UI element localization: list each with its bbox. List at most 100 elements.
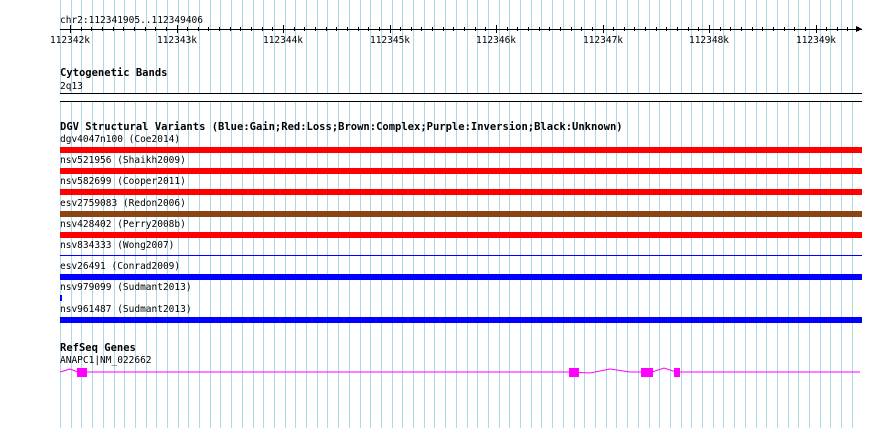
ruler-minor-tick [741,27,742,31]
ruler-right-arrow-icon [856,26,862,32]
ruler-minor-tick [432,27,433,31]
ruler-minor-tick [304,27,305,31]
dgv-variant-bar[interactable] [60,147,862,153]
ruler-minor-tick [453,27,454,31]
gene-exon [674,368,680,377]
dgv-variant-label: nsv521956 (Shaikh2009) [60,155,186,166]
ruler-minor-tick [698,27,699,31]
cytoband-bar[interactable] [60,93,862,102]
ruler-minor-tick [645,27,646,31]
dgv-track-title: DGV Structural Variants (Blue:Gain;Red:L… [60,121,623,133]
dgv-variant-label: nsv834333 (Wong2007) [60,240,175,251]
refseq-track-title: RefSeq Genes [60,342,136,354]
ruler-minor-tick [539,27,540,31]
ruler-tick-label: 112348k [688,35,730,46]
ruler-minor-tick [145,27,146,31]
ruler-minor-tick [400,27,401,31]
ruler-tick-label: 112342k [49,35,91,46]
ruler-minor-tick [560,27,561,31]
ruler-minor-tick [251,27,252,31]
ruler-minor-tick [752,27,753,31]
ruler-major-tick [816,25,817,33]
ruler-minor-tick [102,27,103,31]
ruler-major-tick [603,25,604,33]
dgv-variant-label: esv2759083 (Redon2006) [60,198,186,209]
dgv-variant-label: nsv582699 (Cooper2011) [60,176,186,187]
dgv-variant-label: esv26491 (Conrad2009) [60,261,181,272]
ruler-major-tick [390,25,391,33]
gene-exon [641,368,653,377]
ruler-major-tick [177,25,178,33]
ruler-minor-tick [592,27,593,31]
ruler-minor-tick [571,27,572,31]
ruler-minor-tick [475,27,476,31]
ruler-minor-tick [507,27,508,31]
ruler-tick-label: 112349k [795,35,837,46]
ruler-minor-tick [421,27,422,31]
ruler-minor-tick [485,27,486,31]
ruler-minor-tick [81,27,82,31]
ruler-minor-tick [826,27,827,31]
ruler-minor-tick [847,27,848,31]
dgv-variant-bar[interactable] [60,211,862,217]
ruler-minor-tick [230,27,231,31]
ruler-minor-tick [762,27,763,31]
ruler-minor-tick [358,27,359,31]
cytoband-track-title: Cytogenetic Bands [60,67,168,79]
ruler-minor-tick [656,27,657,31]
ruler-tick-label: 112343k [156,35,198,46]
ruler-minor-tick [187,27,188,31]
ruler-minor-tick [198,27,199,31]
ruler-minor-tick [113,27,114,31]
dgv-variant-bar[interactable] [60,189,862,195]
ruler-tick-label: 112344k [262,35,304,46]
ruler-minor-tick [549,27,550,31]
ruler-minor-tick [805,27,806,31]
gene-exon [77,368,87,377]
ruler-minor-tick [347,27,348,31]
gene-intron-line [59,367,860,374]
ruler-minor-tick [379,27,380,31]
ruler-tick-label: 112346k [475,35,517,46]
ruler-minor-tick [624,27,625,31]
ruler-minor-tick [517,27,518,31]
ruler-minor-tick [794,27,795,31]
ruler-minor-tick [634,27,635,31]
ruler-minor-tick [336,27,337,31]
ruler-tick-label: 112345k [369,35,411,46]
ruler-minor-tick [272,27,273,31]
ruler-minor-tick [613,27,614,31]
ruler-major-tick [70,25,71,33]
ruler-major-tick [496,25,497,33]
dgv-variant-bar[interactable] [60,317,862,323]
dgv-variant-bar[interactable] [60,295,62,301]
genome-browser-view[interactable]: chr2:112341905..112349406 112342k 112343k… [0,0,890,428]
ruler-minor-tick [784,27,785,31]
ruler-minor-tick [464,27,465,31]
ruler-tick-label: 112347k [582,35,624,46]
ruler-minor-tick [262,27,263,31]
ruler-minor-tick [91,27,92,31]
location-label: chr2:112341905..112349406 [60,15,203,26]
ruler-minor-tick [326,27,327,31]
ruler-minor-tick [155,27,156,31]
dgv-variant-bar[interactable] [60,168,862,174]
ruler-minor-tick [134,27,135,31]
dgv-variant-bar[interactable] [60,255,862,256]
cytoband-label: 2q13 [60,81,83,92]
gene-exon [569,368,579,377]
dgv-variant-bar[interactable] [60,232,862,238]
refseq-gene-model[interactable] [0,360,890,385]
dgv-variant-label: nsv979099 (Sudmant2013) [60,282,192,293]
ruler-minor-tick [666,27,667,31]
ruler-minor-tick [528,27,529,31]
ruler-minor-tick [688,27,689,31]
ruler-minor-tick [581,27,582,31]
ruler-minor-tick [315,27,316,31]
ruler-major-tick [283,25,284,33]
ruler-minor-tick [411,27,412,31]
dgv-variant-label: dgv4047n100 (Coe2014) [60,134,181,145]
ruler-minor-tick [208,27,209,31]
ruler-minor-tick [294,27,295,31]
dgv-variant-bar[interactable] [60,274,862,280]
